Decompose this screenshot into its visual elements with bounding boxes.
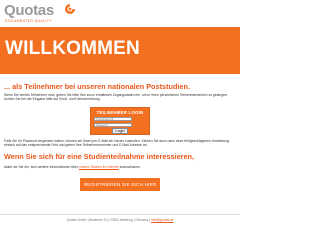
participants-heading: ... als Teilnehmer bei unseren nationale… [4,82,190,91]
login-title: TEILNEHMER LOGIN [96,110,144,115]
studies-info-before: laden wir Sie ein, sich weitere Informat… [4,165,80,169]
logo-text: Quotas [4,2,54,19]
participant-number-field[interactable] [94,117,132,121]
welcome-banner: WILLKOMMEN [0,27,240,74]
footer: Quotas GmbH | Alsterufer 20 | 20354 Hamb… [0,218,240,222]
studies-link[interactable]: unsere Studien im Internet [79,165,119,169]
studies-info-after: anzuschauen. [118,165,141,169]
register-button[interactable]: REGISTRIEREN SIE SICH HIER [80,178,160,191]
login-button[interactable]: Login [112,128,128,134]
password-field[interactable] [94,122,132,127]
logo-swirl-icon [65,4,75,14]
footer-address: Quotas GmbH | Alsterufer 20 | 20354 Hamb… [66,218,152,222]
interest-heading: Wenn Sie sich für eine Studienteilnahme … [4,152,195,161]
forgot-password-text: Falls Sie Ihr Passwort vergessen haben, … [4,139,229,148]
logo-tagline: DOCUMENTED QUALITY [5,19,52,23]
participants-intro-text: Wenn Sie bereits Teilnehmer sind, geben … [4,93,228,102]
header: Quotas DOCUMENTED QUALITY [0,0,240,26]
footer-email-link[interactable]: info@quotas.de [151,218,173,222]
page-title: WILLKOMMEN [5,38,140,59]
footer-divider [0,214,240,215]
studies-info-text: laden wir Sie ein, sich weitere Informat… [4,165,236,169]
